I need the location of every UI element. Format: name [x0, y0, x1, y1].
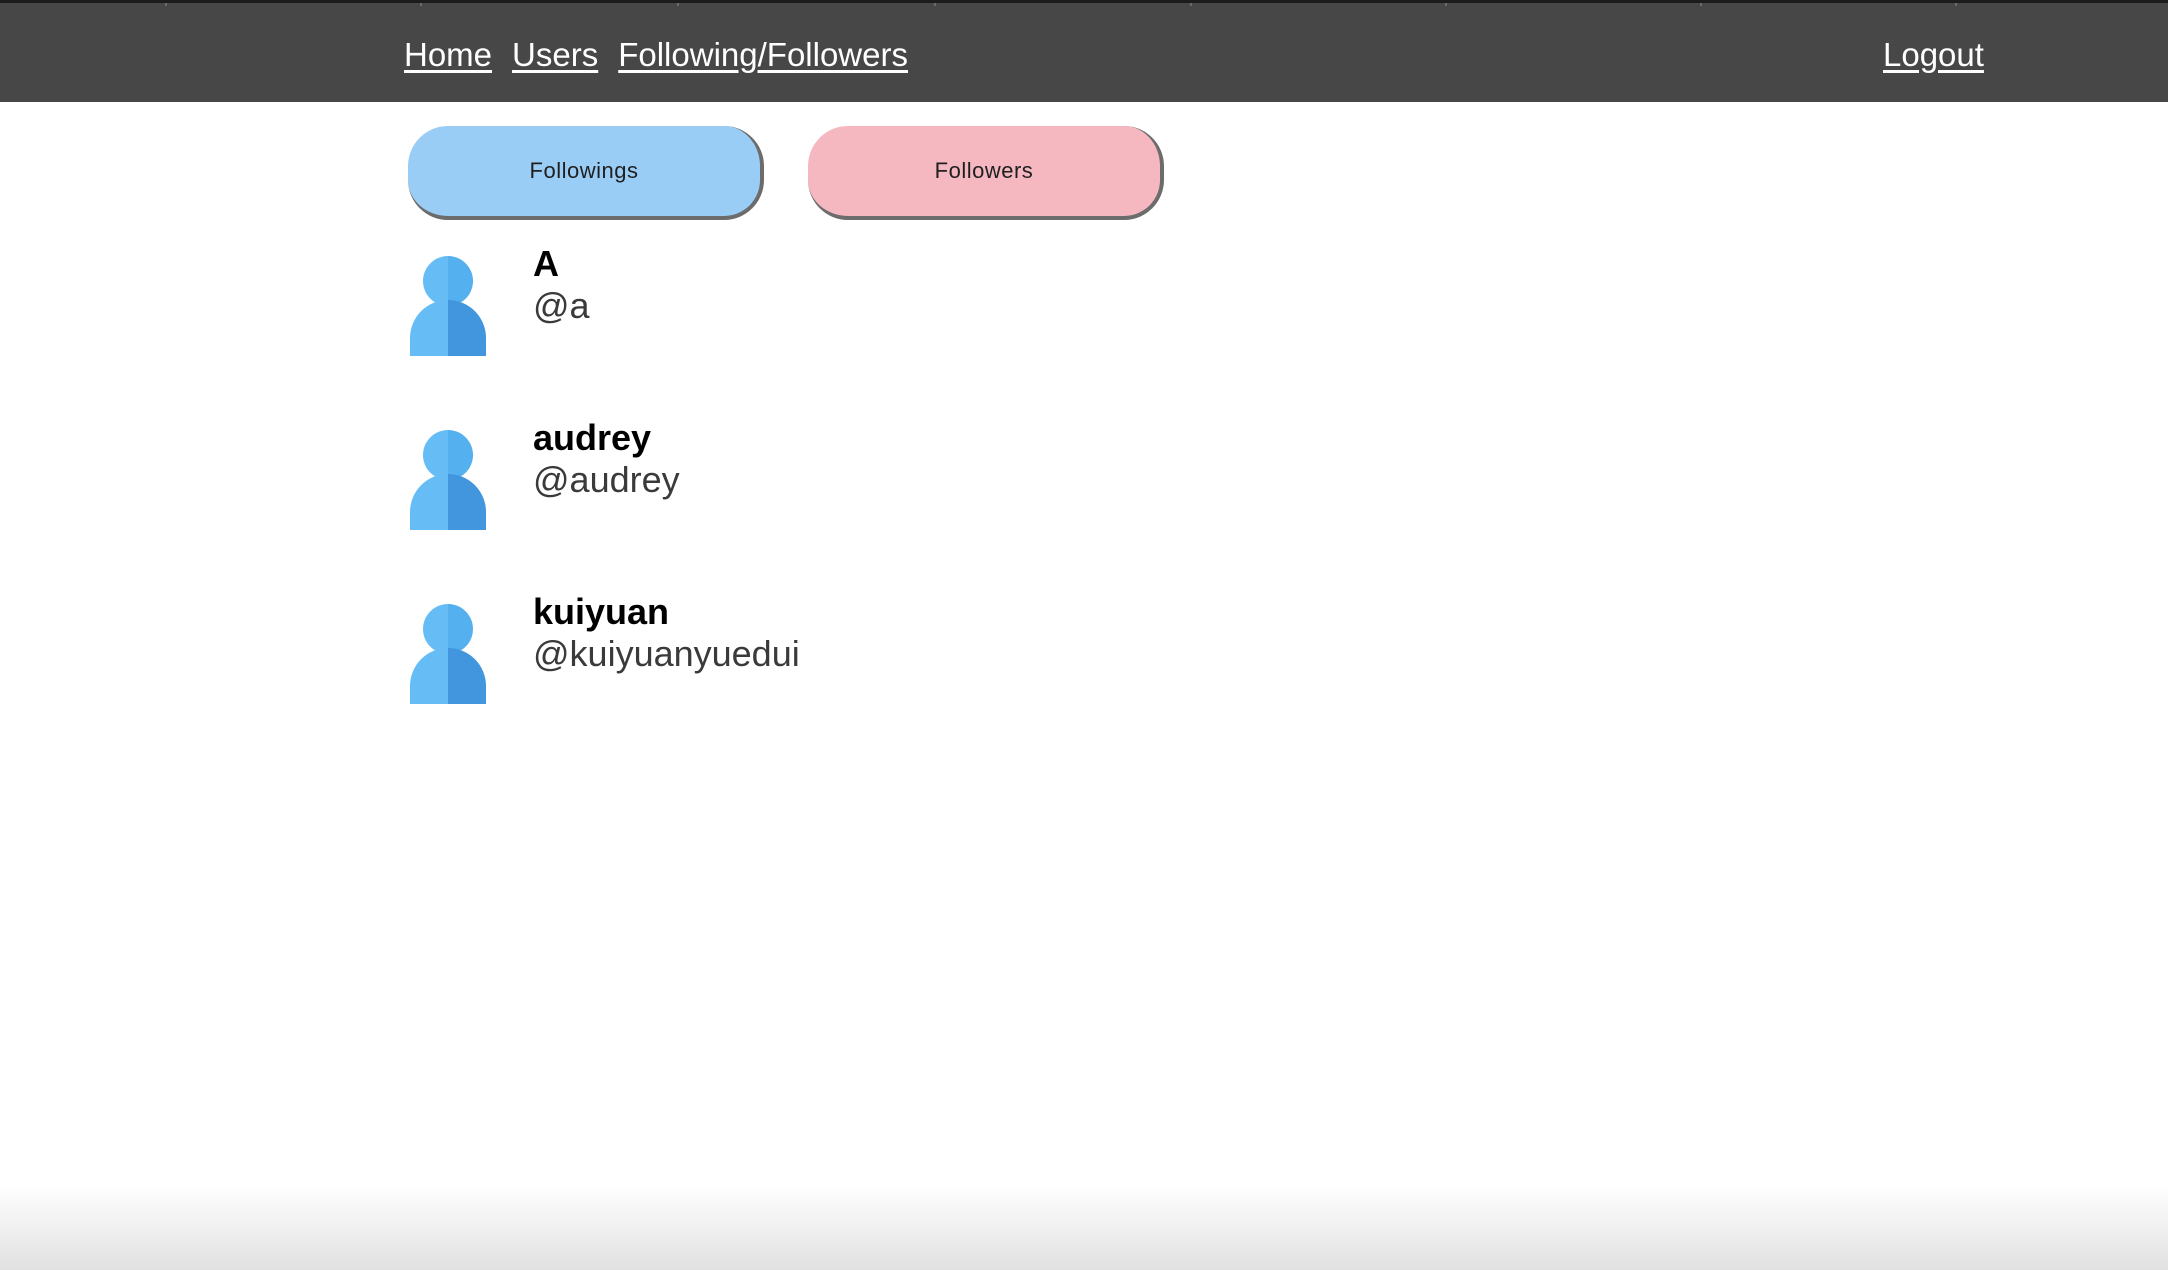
user-handle: @a [533, 285, 590, 326]
navbar-edge-tick [1445, 3, 1447, 6]
nav-link-users[interactable]: Users [512, 33, 598, 77]
navbar-edge-tick [165, 3, 167, 6]
bottom-shadow [0, 1185, 2168, 1270]
user-handle: @audrey [533, 459, 680, 500]
navbar-edge-tick [934, 3, 936, 6]
navbar-edge-tick [677, 3, 679, 6]
followers-tab-button[interactable]: Followers [808, 126, 1164, 220]
user-list-item[interactable]: kuiyuan @kuiyuanyuedui [408, 588, 1308, 762]
user-display-name: A [533, 243, 559, 284]
navbar-edge-tick [1700, 3, 1702, 6]
navbar-top-edge [0, 3, 2168, 6]
main-nav: Home Users Following/Followers [404, 33, 908, 77]
user-handle: @kuiyuanyuedui [533, 633, 800, 674]
user-list: A @a audrey @audrey kuiyuan @kuiyuanyued… [408, 240, 1308, 762]
page: Home Users Following/Followers Logout Fo… [0, 0, 2168, 1270]
person-icon [410, 430, 486, 530]
followings-tab-button[interactable]: Followings [408, 126, 764, 220]
navbar-edge-tick [420, 3, 422, 6]
navbar-edge-tick [1190, 3, 1192, 6]
person-icon [410, 256, 486, 356]
user-list-item[interactable]: audrey @audrey [408, 414, 1308, 588]
user-display-name: kuiyuan [533, 591, 670, 632]
nav-link-home[interactable]: Home [404, 33, 492, 77]
navbar-edge-tick [1955, 3, 1957, 6]
person-icon [410, 604, 486, 704]
nav-link-following-followers[interactable]: Following/Followers [618, 33, 908, 77]
logout-link[interactable]: Logout [1883, 33, 1984, 77]
user-display-name: audrey [533, 417, 652, 458]
top-navbar: Home Users Following/Followers Logout [0, 0, 2168, 102]
user-list-item[interactable]: A @a [408, 240, 1308, 414]
